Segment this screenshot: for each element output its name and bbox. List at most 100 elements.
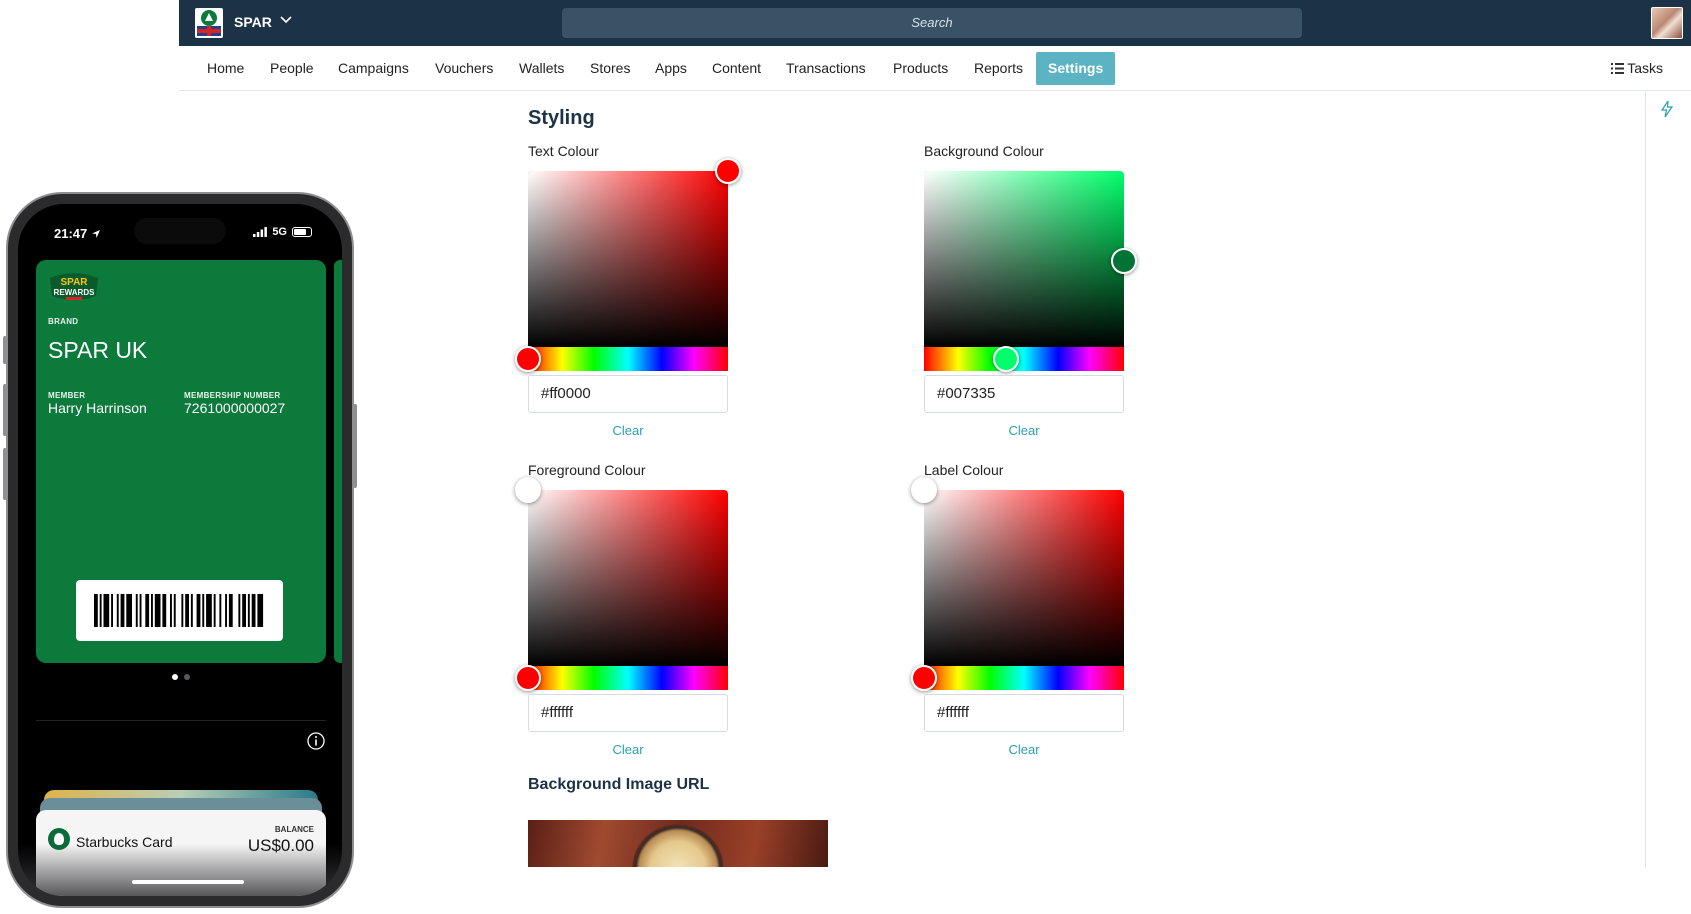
barcode-bar	[162, 594, 167, 627]
nav-wallets[interactable]: Wallets	[519, 46, 564, 91]
barcode-bar	[135, 594, 138, 627]
background-colour-hex-input[interactable]: #007335	[924, 375, 1124, 413]
barcode-bar	[139, 594, 142, 627]
nav-settings[interactable]: Settings	[1036, 52, 1116, 85]
barcode-bar	[170, 594, 172, 627]
text-colour-clear-button[interactable]: Clear	[528, 423, 728, 438]
foreground-colour-hex-input[interactable]: #ffffff	[528, 694, 728, 732]
status-time: 21:47	[54, 226, 101, 241]
barcode-bar	[202, 594, 205, 627]
svg-text:REWARDS: REWARDS	[54, 288, 96, 297]
tasks-label: Tasks	[1627, 60, 1663, 76]
search-input[interactable]: Search	[562, 8, 1302, 38]
foreground-colour-saturation[interactable]	[528, 490, 728, 666]
barcode	[76, 580, 283, 641]
nav-reports[interactable]: Reports	[974, 46, 1023, 91]
nav-campaigns[interactable]: Campaigns	[338, 46, 409, 91]
nav-apps[interactable]: Apps	[655, 46, 687, 91]
avatar[interactable]	[1651, 7, 1683, 39]
text-colour-hue-handle[interactable]	[515, 346, 541, 372]
nav-products[interactable]: Products	[893, 46, 948, 91]
foreground-colour-label: Foreground Colour	[528, 462, 646, 478]
barcode-bar	[213, 594, 216, 627]
barcode-bar	[190, 594, 193, 627]
label-colour-hue-slider[interactable]	[924, 666, 1124, 690]
styling-heading: Styling	[528, 107, 595, 129]
membership-number-value: 7261000000027	[184, 400, 286, 416]
divider	[36, 720, 326, 721]
nav-people[interactable]: People	[270, 46, 314, 91]
next-card-peek[interactable]	[334, 260, 342, 663]
member-field-value: Harry Harrinson	[48, 400, 147, 416]
text-colour-label: Text Colour	[528, 143, 599, 159]
balance-label: BALANCE	[274, 825, 314, 834]
barcode-bar	[181, 594, 184, 627]
label-colour-saturation-handle[interactable]	[911, 477, 937, 503]
text-colour-hex-input[interactable]: #ff0000	[528, 375, 728, 413]
nav-content[interactable]: Content	[712, 46, 761, 91]
barcode-bar	[251, 594, 256, 627]
barcode-bar	[151, 594, 153, 627]
battery-icon	[292, 227, 312, 237]
background-colour-saturation-handle[interactable]	[1111, 248, 1137, 274]
spar-rewards-logo: SPAR REWARDS	[50, 273, 98, 300]
brand-name[interactable]: SPAR	[234, 14, 272, 30]
page-dots	[172, 674, 190, 680]
barcode-bar	[99, 594, 102, 627]
uk-flag-icon	[197, 26, 221, 36]
barcode-bar	[126, 594, 132, 627]
background-colour-hue-slider[interactable]	[924, 347, 1124, 371]
nav-home[interactable]: Home	[207, 46, 244, 91]
text-colour-saturation[interactable]	[528, 171, 728, 347]
spar-wallet-card[interactable]: SPAR REWARDS BRAND SPAR UK MEMBER Harry …	[36, 260, 326, 663]
nav-vouchers[interactable]: Vouchers	[435, 46, 493, 91]
barcode-bar	[154, 594, 161, 627]
text-colour-hue-slider[interactable]	[528, 347, 728, 371]
background-colour-hue-handle[interactable]	[993, 346, 1019, 372]
barcode-bar	[228, 594, 233, 627]
barcode-bar	[238, 594, 241, 627]
phone-screen: 21:47 5G SPAR REWARDS BRAND SPAR UK MEMB…	[18, 204, 342, 896]
foreground-colour-saturation-handle[interactable]	[515, 477, 541, 503]
main-nav: Home People Campaigns Vouchers Wallets S…	[179, 46, 1691, 91]
barcode-bar	[145, 594, 150, 627]
dynamic-island	[134, 218, 226, 244]
foreground-colour-hue-handle[interactable]	[515, 665, 541, 691]
location-arrow-icon	[91, 230, 100, 238]
label-colour-hue-handle[interactable]	[911, 665, 937, 691]
text-colour-saturation-handle[interactable]	[715, 158, 741, 184]
foreground-colour-clear-button[interactable]: Clear	[528, 742, 728, 757]
barcode-bar	[225, 594, 227, 627]
barcode-bar	[111, 594, 113, 627]
foreground-colour-hue-slider[interactable]	[528, 666, 728, 690]
tasks-button[interactable]: Tasks	[1611, 46, 1663, 91]
barcode-bar	[257, 594, 264, 627]
top-bar: SPAR Search	[179, 0, 1691, 46]
label-colour-label: Label Colour	[924, 462, 1004, 478]
right-rail-divider	[1645, 92, 1646, 867]
bolt-icon[interactable]	[1661, 101, 1673, 117]
label-colour-clear-button[interactable]: Clear	[924, 742, 1124, 757]
barcode-bar	[173, 594, 176, 627]
phone-mockup: 21:47 5G SPAR REWARDS BRAND SPAR UK MEMB…	[3, 192, 357, 908]
network-type: 5G	[272, 226, 287, 238]
background-colour-saturation[interactable]	[924, 171, 1124, 347]
background-image-preview	[528, 820, 828, 867]
nav-transactions[interactable]: Transactions	[786, 46, 866, 91]
brand-logo[interactable]	[195, 8, 223, 38]
status-indicators: 5G	[253, 226, 312, 238]
info-icon[interactable]	[307, 732, 325, 750]
chevron-down-icon[interactable]	[278, 11, 294, 27]
spar-tree-icon	[201, 10, 217, 26]
background-colour-clear-button[interactable]: Clear	[924, 423, 1124, 438]
home-indicator[interactable]	[132, 880, 244, 884]
label-colour-saturation[interactable]	[924, 490, 1124, 666]
screen-stage: SPAR Search Home People Campaigns Vouche…	[0, 0, 1691, 914]
membership-number-label: MEMBERSHIP NUMBER	[184, 391, 281, 400]
barcode-bar	[94, 594, 98, 627]
barcode-bar	[185, 594, 189, 627]
background-colour-label: Background Colour	[924, 143, 1044, 159]
nav-stores[interactable]: Stores	[590, 46, 630, 91]
barcode-bar	[219, 594, 222, 627]
label-colour-hex-input[interactable]: #ffffff	[924, 694, 1124, 732]
